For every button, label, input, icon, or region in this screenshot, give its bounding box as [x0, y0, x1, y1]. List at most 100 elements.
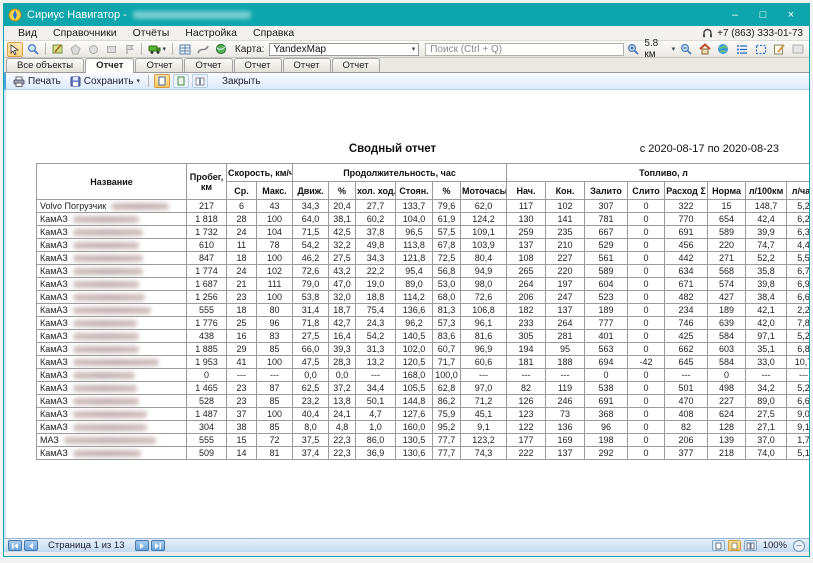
vehicle-name-cell: КамАЗ — [37, 239, 187, 252]
search-input[interactable]: Поиск (Ctrl + Q) — [425, 43, 623, 56]
print-button[interactable]: Печать — [10, 76, 64, 87]
vehicle-name-cell: КамАЗ — [37, 291, 187, 304]
menu-settings[interactable]: Настройка — [177, 27, 245, 39]
vehicle-name: КамАЗ — [40, 214, 68, 224]
vehicle-tracking-button[interactable]: ▾ — [146, 42, 168, 57]
vehicle-name-cell: КамАЗ — [37, 421, 187, 434]
menu-view[interactable]: Вид — [10, 27, 45, 39]
table-cell: 102 — [257, 265, 293, 278]
table-cell: 2,2 — [787, 304, 809, 317]
table-cell: 538 — [585, 382, 628, 395]
pan-tool-button[interactable] — [7, 42, 23, 57]
grid-view-button[interactable] — [177, 42, 193, 57]
col-header-fuel-norm: Норма — [708, 182, 746, 200]
tab-report-1-active[interactable]: Отчет — [85, 58, 134, 73]
table-cell: 45,1 — [461, 408, 507, 421]
table-cell: 0 — [628, 369, 665, 382]
maximize-button[interactable]: □ — [749, 6, 777, 24]
table-cell: 6,6 — [787, 395, 809, 408]
notes-button[interactable] — [772, 42, 788, 57]
zoom-out-page-button[interactable]: – — [793, 540, 805, 552]
zoom-tool-button[interactable] — [25, 42, 41, 57]
view-single-page-toggle[interactable] — [154, 74, 170, 88]
report-period: с 2020-08-17 по 2020-08-23 — [640, 143, 779, 155]
table-cell: 139 — [708, 434, 746, 447]
table-cell: 54,2 — [356, 330, 396, 343]
table-cell: 100,0 — [433, 369, 461, 382]
table-cell: 603 — [708, 343, 746, 356]
col-header-l-per-hour: л/час — [787, 182, 809, 200]
zoom-in-button[interactable] — [626, 42, 642, 57]
zoom-multi-page-button[interactable] — [744, 540, 757, 551]
tab-report-5[interactable]: Отчет — [283, 58, 331, 72]
view-multi-page-toggle[interactable] — [192, 74, 208, 88]
close-button[interactable]: × — [777, 6, 805, 24]
selection-frame-button[interactable] — [753, 42, 769, 57]
menu-directories[interactable]: Справочники — [45, 27, 125, 39]
redacted-plate — [73, 294, 145, 301]
tab-report-3[interactable]: Отчет — [184, 58, 232, 72]
tab-report-6[interactable]: Отчет — [332, 58, 380, 72]
globe-button[interactable] — [716, 42, 732, 57]
route-view-button[interactable] — [195, 42, 211, 57]
home-button[interactable] — [697, 42, 713, 57]
tab-report-4[interactable]: Отчет — [234, 58, 282, 72]
table-cell: 246 — [546, 395, 585, 408]
table-cell: 169 — [546, 434, 585, 447]
zoom-out-button[interactable] — [678, 42, 694, 57]
table-cell: 555 — [187, 434, 227, 447]
combo-arrow-icon[interactable]: ▾ — [412, 45, 416, 53]
table-cell: 427 — [708, 291, 746, 304]
table-cell: 654 — [708, 213, 746, 226]
map-scale-select[interactable]: 5.8 км ▾ — [644, 38, 675, 60]
flag-tool-button-disabled — [121, 42, 137, 57]
vehicle-name: КамАЗ — [40, 409, 68, 419]
close-report-button[interactable]: Закрыть — [219, 76, 264, 87]
save-label: Сохранить — [84, 76, 134, 87]
table-cell: 634 — [665, 265, 708, 278]
table-cell: 281 — [546, 330, 585, 343]
table-cell: 89,0 — [746, 395, 787, 408]
table-cell: 4,4 — [787, 239, 809, 252]
next-page-button[interactable] — [135, 540, 149, 551]
table-cell: 85 — [257, 421, 293, 434]
vehicle-name-cell: КамАЗ — [37, 252, 187, 265]
save-button[interactable]: Сохранить ▾ — [67, 76, 143, 87]
table-cell: 62,5 — [293, 382, 329, 395]
redacted-plate — [73, 411, 147, 418]
save-dropdown-arrow[interactable]: ▾ — [136, 77, 140, 85]
view-fit-width-toggle[interactable] — [173, 74, 189, 88]
vehicle-name: КамАЗ — [40, 383, 68, 393]
object-list-button[interactable] — [734, 42, 750, 57]
table-cell: 71,2 — [461, 395, 507, 408]
table-cell: 13,2 — [356, 356, 396, 369]
first-page-button[interactable] — [8, 540, 22, 551]
tab-bar: Все объекты Отчет Отчет Отчет Отчет Отче… — [4, 58, 809, 73]
table-cell: 234 — [665, 304, 708, 317]
table-cell: 7,8 — [787, 317, 809, 330]
table-cell: 22,3 — [329, 447, 356, 460]
vehicle-dropdown-arrow[interactable]: ▾ — [162, 45, 166, 53]
scale-dropdown-arrow[interactable]: ▾ — [672, 45, 676, 53]
map-select[interactable]: YandexMap ▾ — [269, 43, 419, 56]
redacted-plate — [73, 307, 151, 314]
menu-reports[interactable]: Отчёты — [125, 27, 178, 39]
table-cell: 639 — [708, 317, 746, 330]
redacted-plate — [73, 229, 143, 236]
table-row: МАЗ555157237,522,386,0130,577,7123,21771… — [37, 434, 810, 447]
table-cell: 127,6 — [396, 408, 433, 421]
edit-map-button[interactable] — [50, 42, 66, 57]
tab-all-objects[interactable]: Все объекты — [6, 58, 84, 72]
zoom-page-width-button[interactable] — [728, 540, 741, 551]
table-cell: 133,7 — [396, 200, 433, 213]
table-cell: 5,2 — [787, 382, 809, 395]
last-page-button[interactable] — [151, 540, 165, 551]
previous-page-button[interactable] — [24, 540, 38, 551]
zoom-page-fit-button[interactable] — [712, 540, 725, 551]
table-cell: 109,1 — [461, 226, 507, 239]
table-cell: 32,2 — [329, 239, 356, 252]
minimize-button[interactable]: – — [721, 6, 749, 24]
menu-help[interactable]: Справка — [245, 27, 302, 39]
tab-report-2[interactable]: Отчет — [135, 58, 183, 72]
geo-search-button[interactable] — [213, 42, 229, 57]
